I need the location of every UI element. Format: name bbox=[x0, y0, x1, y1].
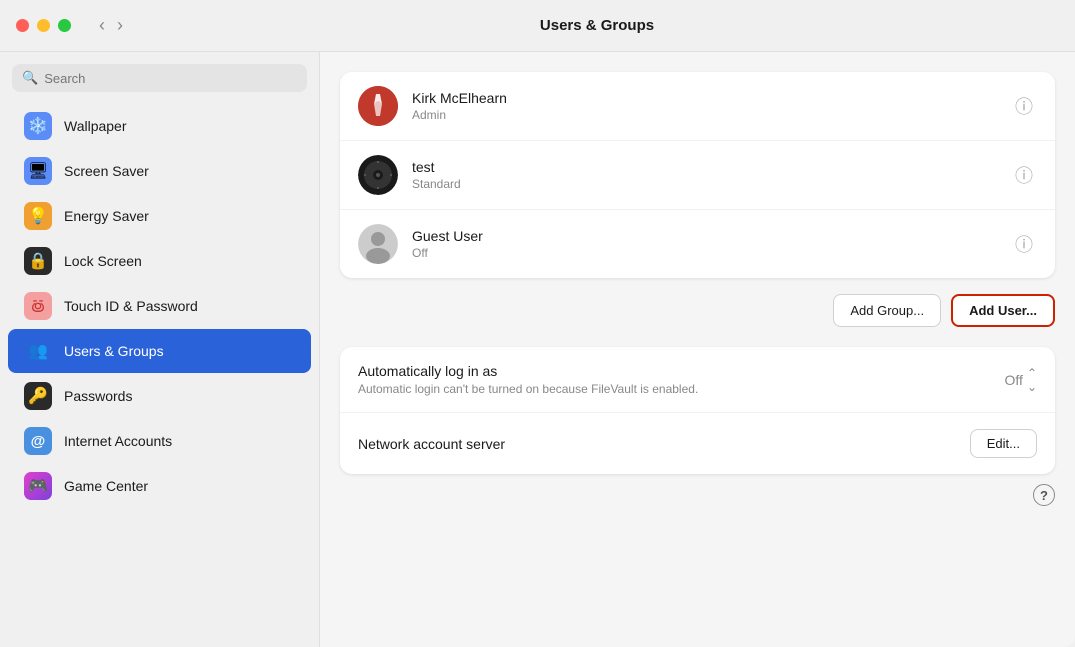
sidebar-item-passwords[interactable]: 🔑 Passwords bbox=[8, 374, 311, 418]
user-name: Kirk McElhearn bbox=[412, 90, 997, 106]
stepper-icon: ⌃⌄ bbox=[1027, 366, 1037, 394]
traffic-lights bbox=[16, 19, 71, 32]
sidebar-item-label: Wallpaper bbox=[64, 118, 127, 134]
auto-login-value[interactable]: Off ⌃⌄ bbox=[1005, 366, 1037, 394]
user-info: test Standard bbox=[412, 159, 997, 191]
test-avatar-svg bbox=[358, 155, 398, 195]
screen-saver-icon: 🖥 bbox=[24, 157, 52, 185]
game-center-icon: 🎮 bbox=[24, 472, 52, 500]
user-info: Guest User Off bbox=[412, 228, 997, 260]
main-layout: 🔍 ❄️ Wallpaper 🖥 Screen Saver 💡 Energy S… bbox=[0, 52, 1075, 647]
add-user-button[interactable]: Add User... bbox=[951, 294, 1055, 327]
user-name: Guest User bbox=[412, 228, 997, 244]
sidebar-item-lock-screen[interactable]: 🔒 Lock Screen bbox=[8, 239, 311, 283]
add-buttons-row: Add Group... Add User... bbox=[340, 294, 1055, 327]
search-input[interactable] bbox=[44, 71, 297, 86]
avatar bbox=[358, 86, 398, 126]
internet-accounts-icon: @ bbox=[24, 427, 52, 455]
search-bar[interactable]: 🔍 bbox=[12, 64, 307, 92]
table-row: Kirk McElhearn Admin ⓘ bbox=[340, 72, 1055, 141]
kirk-avatar-svg bbox=[358, 86, 398, 126]
forward-button[interactable]: › bbox=[113, 13, 127, 38]
network-account-label: Network account server bbox=[358, 436, 970, 452]
user-info-button[interactable]: ⓘ bbox=[1011, 158, 1037, 192]
user-role: Off bbox=[412, 246, 997, 260]
help-button[interactable]: ? bbox=[1033, 484, 1055, 506]
user-info: Kirk McElhearn Admin bbox=[412, 90, 997, 122]
auto-login-label: Automatically log in as bbox=[358, 363, 1005, 379]
sidebar-item-users-groups[interactable]: 👥 Users & Groups bbox=[8, 329, 311, 373]
sidebar-item-label: Users & Groups bbox=[64, 343, 164, 359]
auto-login-description: Automatic login can't be turned on becau… bbox=[358, 382, 1005, 396]
auto-login-info: Automatically log in as Automatic login … bbox=[358, 363, 1005, 396]
sidebar-item-energy-saver[interactable]: 💡 Energy Saver bbox=[8, 194, 311, 238]
auto-login-row: Automatically log in as Automatic login … bbox=[340, 347, 1055, 413]
sidebar-item-label: Lock Screen bbox=[64, 253, 142, 269]
back-button[interactable]: ‹ bbox=[95, 13, 109, 38]
sidebar-item-screen-saver[interactable]: 🖥 Screen Saver bbox=[8, 149, 311, 193]
titlebar: ‹ › Users & Groups bbox=[0, 0, 1075, 52]
sidebar-item-label: Passwords bbox=[64, 388, 132, 404]
avatar bbox=[358, 155, 398, 195]
nav-buttons: ‹ › bbox=[95, 13, 127, 38]
window-title: Users & Groups bbox=[135, 17, 1059, 34]
table-row: Guest User Off ⓘ bbox=[340, 210, 1055, 278]
search-icon: 🔍 bbox=[22, 70, 38, 86]
user-name: test bbox=[412, 159, 997, 175]
sidebar-item-internet-accounts[interactable]: @ Internet Accounts bbox=[8, 419, 311, 463]
sidebar-item-label: Screen Saver bbox=[64, 163, 149, 179]
sidebar-item-label: Touch ID & Password bbox=[64, 298, 198, 314]
wallpaper-icon: ❄️ bbox=[24, 112, 52, 140]
content-area: Kirk McElhearn Admin ⓘ bbox=[320, 52, 1075, 647]
maximize-button[interactable] bbox=[58, 19, 71, 32]
sidebar: 🔍 ❄️ Wallpaper 🖥 Screen Saver 💡 Energy S… bbox=[0, 52, 320, 647]
network-account-info: Network account server bbox=[358, 436, 970, 452]
table-row: test Standard ⓘ bbox=[340, 141, 1055, 210]
add-group-button[interactable]: Add Group... bbox=[833, 294, 941, 327]
users-panel: Kirk McElhearn Admin ⓘ bbox=[340, 72, 1055, 278]
user-info-button[interactable]: ⓘ bbox=[1011, 89, 1037, 123]
user-info-button[interactable]: ⓘ bbox=[1011, 227, 1037, 261]
network-account-edit-button[interactable]: Edit... bbox=[970, 429, 1037, 458]
users-groups-icon: 👥 bbox=[24, 337, 52, 365]
system-preferences-window: ‹ › Users & Groups 🔍 ❄️ Wallpaper 🖥 Scre… bbox=[0, 0, 1075, 647]
user-role: Admin bbox=[412, 108, 997, 122]
passwords-icon: 🔑 bbox=[24, 382, 52, 410]
sidebar-item-label: Internet Accounts bbox=[64, 433, 172, 449]
sidebar-item-label: Energy Saver bbox=[64, 208, 149, 224]
help-button-wrapper: ? bbox=[340, 484, 1055, 506]
guest-avatar-svg bbox=[358, 224, 398, 264]
sidebar-item-touch-id[interactable]: Touch ID & Password bbox=[8, 284, 311, 328]
energy-saver-icon: 💡 bbox=[24, 202, 52, 230]
sidebar-item-wallpaper[interactable]: ❄️ Wallpaper bbox=[8, 104, 311, 148]
minimize-button[interactable] bbox=[37, 19, 50, 32]
close-button[interactable] bbox=[16, 19, 29, 32]
settings-panel: Automatically log in as Automatic login … bbox=[340, 347, 1055, 474]
avatar bbox=[358, 224, 398, 264]
network-account-row: Network account server Edit... bbox=[340, 413, 1055, 474]
lock-screen-icon: 🔒 bbox=[24, 247, 52, 275]
sidebar-item-game-center[interactable]: 🎮 Game Center bbox=[8, 464, 311, 508]
sidebar-item-label: Game Center bbox=[64, 478, 148, 494]
user-role: Standard bbox=[412, 177, 997, 191]
touch-id-icon bbox=[24, 292, 52, 320]
